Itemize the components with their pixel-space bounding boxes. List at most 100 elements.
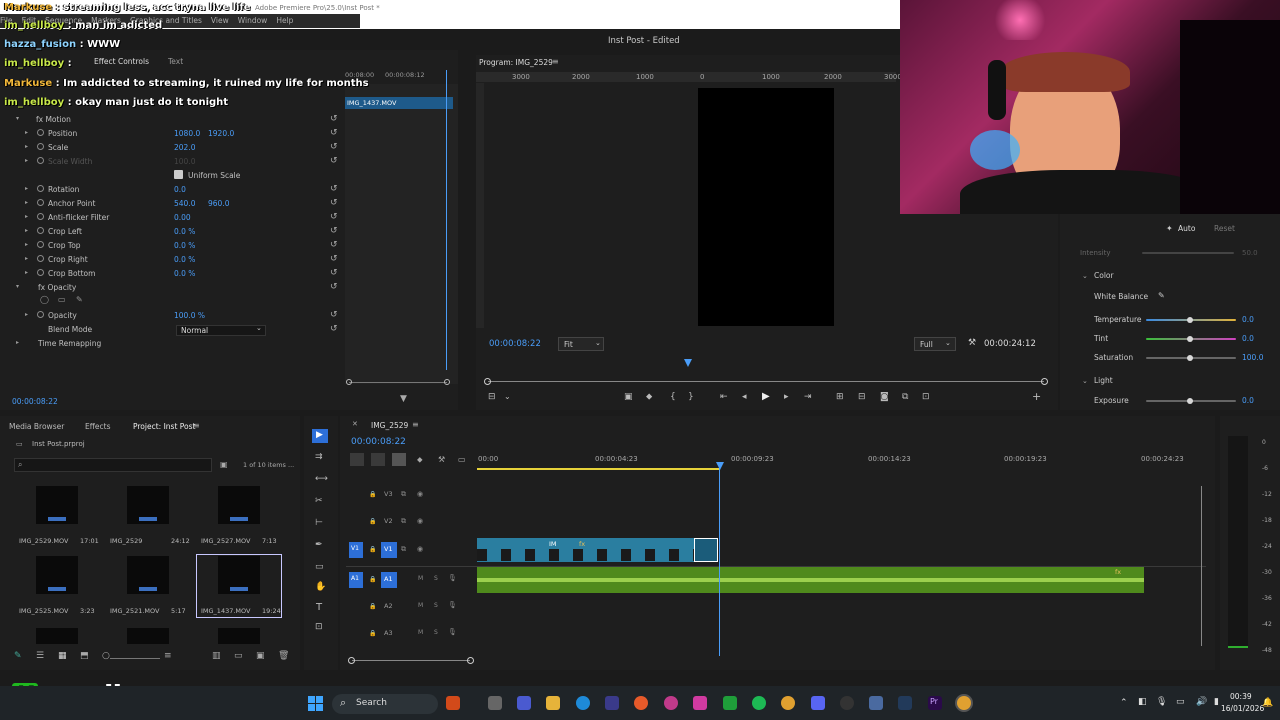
panel-menu-icon[interactable]: ≡ — [412, 420, 419, 429]
reset-button[interactable]: Reset — [1214, 224, 1235, 233]
tab-project[interactable]: Project: Inst Post — [133, 422, 195, 431]
effect-row[interactable]: Anti-flicker Filter 0.00 ▸ ↺ — [0, 211, 345, 225]
tray-icon[interactable]: ▭ — [1176, 697, 1185, 707]
source-patch-v1[interactable]: V1 — [349, 542, 363, 558]
notification-icon[interactable]: 🔔 — [1262, 698, 1273, 708]
vr-icon[interactable]: ⊡ — [922, 392, 930, 402]
microphone-icon[interactable]: 🎙 — [448, 601, 457, 609]
step-forward-icon[interactable]: ▸ — [784, 392, 789, 402]
pen-mask-icon[interactable]: ✎ — [76, 295, 83, 304]
solo-icon[interactable]: S — [434, 602, 438, 609]
track-target-v2[interactable]: V2 — [381, 514, 397, 530]
xbox-icon[interactable] — [723, 696, 737, 710]
reset-icon[interactable]: ↺ — [330, 310, 338, 320]
expand-icon[interactable]: ▸ — [25, 157, 28, 164]
captions-icon[interactable]: ▭ — [458, 455, 466, 464]
section-color[interactable]: Color — [1094, 271, 1114, 280]
reset-icon[interactable]: ↺ — [330, 142, 338, 152]
icon-view-icon[interactable]: ▦ — [58, 651, 67, 661]
mute-icon[interactable]: M — [418, 575, 423, 582]
menu-help[interactable]: Help — [276, 16, 293, 25]
automate-icon[interactable]: ▥ — [212, 651, 221, 661]
play-icon[interactable]: ▶ — [762, 391, 770, 402]
snap-icon[interactable] — [350, 453, 364, 466]
project-item-thumbnail[interactable] — [36, 486, 78, 524]
compare-icon[interactable]: ⧉ — [902, 392, 908, 402]
razor-icon[interactable]: ✂ — [315, 496, 323, 506]
hand-icon[interactable]: ✋ — [315, 582, 326, 592]
sort-icon[interactable]: ≡ — [164, 651, 172, 661]
solo-icon[interactable]: S — [434, 629, 438, 636]
mark-out-icon[interactable]: } — [688, 392, 694, 402]
expand-icon[interactable]: ▸ — [25, 185, 28, 192]
track-target-v3[interactable]: V3 — [381, 487, 397, 503]
mute-icon[interactable]: M — [418, 629, 423, 636]
track-select-icon[interactable]: ⇉ — [315, 452, 323, 462]
wrench-icon[interactable]: ⚒ — [438, 455, 445, 464]
effect-row-value[interactable]: 0.0 % — [174, 241, 195, 250]
go-to-in-icon[interactable]: ⇤ — [720, 392, 728, 402]
close-icon[interactable]: ✕ — [352, 420, 358, 428]
sync-lock-icon[interactable]: ⧉ — [401, 490, 406, 499]
step-back-icon[interactable]: ◂ — [742, 392, 747, 402]
effect-row-value[interactable]: 0.0 % — [174, 255, 195, 264]
brave-icon[interactable] — [634, 696, 648, 710]
extract-icon[interactable]: ▣ — [624, 392, 633, 402]
effect-row-value-2[interactable]: 960.0 — [208, 199, 229, 208]
effect-row-value[interactable]: 0.0 % — [174, 269, 195, 278]
type-icon[interactable]: T — [316, 602, 322, 613]
reset-icon[interactable]: ↺ — [330, 128, 338, 138]
video-clip[interactable]: IM fx — [477, 538, 717, 562]
effect-row[interactable]: fx Motion ▾ ↺ — [0, 113, 345, 127]
rect-mask-icon[interactable]: ▭ — [58, 295, 66, 304]
source-patch-a1[interactable]: A1 — [349, 572, 363, 588]
stopwatch-icon[interactable] — [37, 185, 44, 192]
effect-row-value[interactable]: 100.0 % — [174, 311, 205, 320]
project-item-thumbnail[interactable] — [127, 486, 169, 524]
spotify-icon[interactable] — [752, 696, 766, 710]
effect-row[interactable]: Scale 202.0 ▸ ↺ — [0, 141, 345, 155]
track-target-a2[interactable]: A2 — [381, 599, 397, 615]
sync-lock-icon[interactable]: ⧉ — [401, 545, 406, 554]
track-target-a1[interactable]: A1 — [381, 572, 397, 588]
chevron-down-icon[interactable]: ⌄ — [1082, 377, 1088, 385]
menu-view[interactable]: View — [211, 16, 229, 25]
opera-icon[interactable] — [664, 696, 678, 710]
slip-icon[interactable]: ⊢ — [315, 518, 323, 528]
list-view-icon[interactable]: ☰ — [36, 651, 44, 661]
wrench-icon[interactable]: ⚒ — [968, 338, 976, 348]
settings-icon[interactable]: ⊟ — [488, 392, 496, 402]
reset-icon[interactable]: ↺ — [330, 240, 338, 250]
settings-icon[interactable] — [869, 696, 883, 710]
fit-dropdown[interactable]: Fit ⌄ — [558, 337, 604, 351]
bin-icon[interactable]: ▣ — [220, 460, 228, 469]
stopwatch-icon[interactable] — [37, 269, 44, 276]
stopwatch-icon[interactable] — [37, 199, 44, 206]
tint-value[interactable]: 0.0 — [1242, 334, 1254, 343]
reset-icon[interactable]: ↺ — [330, 198, 338, 208]
timeline-zoom-bar[interactable] — [352, 660, 470, 661]
pen-icon[interactable]: ✒ — [315, 540, 323, 550]
reset-icon[interactable]: ↺ — [330, 282, 338, 292]
effect-row-value[interactable]: 0.0 % — [174, 227, 195, 236]
work-area-bar[interactable] — [477, 468, 720, 470]
marker-icon[interactable]: ⬥ — [646, 392, 652, 402]
auto-button[interactable]: Auto — [1178, 224, 1195, 233]
tab-text[interactable]: Text — [168, 57, 183, 66]
taskbar-app-icon[interactable] — [517, 696, 531, 710]
effect-row[interactable]: Scale Width 100.0 ▸ ↺ — [0, 155, 345, 169]
stopwatch-icon[interactable] — [37, 213, 44, 220]
stopwatch-icon[interactable] — [37, 311, 44, 318]
linked-selection-icon[interactable] — [371, 453, 385, 466]
exposure-value[interactable]: 0.0 — [1242, 396, 1254, 405]
project-item-thumbnail[interactable] — [127, 628, 169, 644]
reset-icon[interactable]: ↺ — [330, 156, 338, 166]
project-item-thumbnail[interactable] — [218, 628, 260, 644]
expand-icon[interactable]: ▸ — [25, 255, 28, 262]
reset-icon[interactable]: ↺ — [330, 226, 338, 236]
zoom-slider-icon[interactable]: ○ — [102, 651, 110, 661]
stopwatch-icon[interactable] — [37, 255, 44, 262]
lift-icon[interactable]: ⊞ — [836, 392, 844, 402]
effect-row[interactable]: Crop Bottom 0.0 % ▸ ↺ — [0, 267, 345, 281]
lock-icon[interactable]: 🔒 — [369, 576, 376, 583]
